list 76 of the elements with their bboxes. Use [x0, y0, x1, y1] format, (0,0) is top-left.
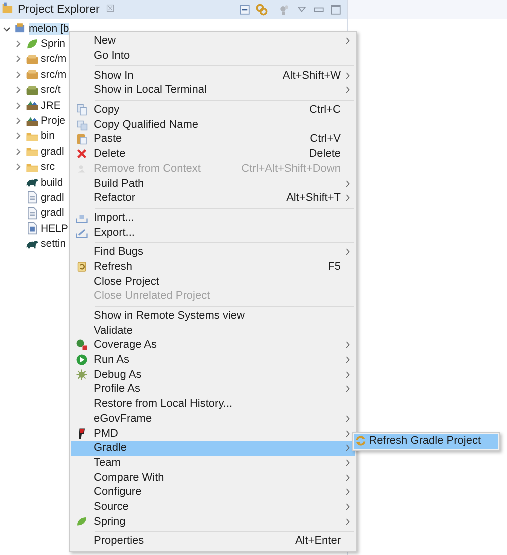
- menu-item[interactable]: Debug As: [71, 367, 355, 382]
- menu-item[interactable]: Run As: [71, 352, 355, 368]
- tree-item[interactable]: Sprin: [0, 36, 66, 52]
- tree-item[interactable]: gradl: [0, 144, 64, 160]
- menu-item[interactable]: Gradle: [71, 440, 355, 456]
- tree-item[interactable]: bin: [0, 128, 56, 144]
- menu-item[interactable]: Build Path: [71, 176, 355, 191]
- menu-item[interactable]: Spring: [71, 514, 355, 529]
- menu-item[interactable]: New: [71, 34, 355, 49]
- maximize-icon[interactable]: [329, 2, 343, 16]
- menu-item[interactable]: Copy Qualified Name: [71, 117, 355, 132]
- menu-item[interactable]: PMD: [71, 426, 355, 441]
- run-icon: [76, 354, 88, 366]
- leaf-icon: [26, 38, 39, 51]
- delete-icon: [76, 148, 88, 160]
- package-icon: [26, 84, 39, 97]
- menu-item[interactable]: Refresh F5: [71, 260, 355, 274]
- menu-item[interactable]: Paste Ctrl+V: [71, 132, 355, 147]
- menu-item[interactable]: Delete Delete: [71, 146, 355, 162]
- copy-icon: [76, 118, 88, 131]
- menu-item[interactable]: Export...: [71, 225, 355, 240]
- menu-item[interactable]: Refresh Gradle Project: [354, 434, 498, 449]
- menu-item[interactable]: Refactor Alt+Shift+T: [71, 190, 355, 206]
- menu-item[interactable]: Properties Alt+Enter: [71, 534, 355, 549]
- tree-item[interactable]: gradl: [0, 190, 64, 206]
- coverage-icon: [76, 339, 88, 352]
- menu-item[interactable]: Copy Ctrl+C: [71, 102, 355, 118]
- tree-item[interactable]: HELP: [0, 221, 68, 236]
- tree-item[interactable]: gradl: [0, 206, 64, 222]
- collapse-all-icon[interactable]: [238, 2, 252, 16]
- elephant-icon: [26, 176, 39, 190]
- menu-item[interactable]: Profile As: [71, 382, 355, 397]
- menu-item[interactable]: eGovFrame: [71, 412, 355, 426]
- flag-icon: [76, 428, 88, 440]
- menu-item[interactable]: Configure: [71, 484, 355, 500]
- tree-item[interactable]: build: [0, 174, 64, 190]
- menu-item[interactable]: Go Into: [71, 48, 355, 64]
- package-icon: [26, 68, 39, 82]
- library-icon: [26, 99, 39, 112]
- menu-item[interactable]: Show in Local Terminal: [71, 83, 355, 98]
- menu-item[interactable]: Coverage As: [71, 338, 355, 353]
- close-icon[interactable]: [106, 4, 115, 12]
- menu-item[interactable]: Team: [71, 456, 355, 470]
- view-tab[interactable]: Project Explorer: [0, 0, 119, 19]
- menu-item[interactable]: Source: [71, 500, 355, 514]
- tree-item[interactable]: Proje: [0, 113, 66, 129]
- leaf-icon: [76, 516, 88, 528]
- tree-item[interactable]: melon [b: [0, 21, 70, 36]
- menu-item[interactable]: Find Bugs: [71, 244, 355, 260]
- tree-item[interactable]: src/t: [0, 82, 61, 98]
- menu-item[interactable]: Restore from Local History...: [71, 396, 355, 412]
- tree-item[interactable]: src/m: [0, 52, 67, 68]
- view-title: Project Explorer: [18, 4, 100, 16]
- refresh-icon: [355, 435, 368, 448]
- clipboard-icon: [76, 133, 88, 146]
- tree-item[interactable]: src/m: [0, 67, 67, 83]
- bug-icon: [76, 368, 88, 381]
- export-icon: [76, 226, 88, 239]
- file-icon: [26, 191, 39, 204]
- menu-item[interactable]: Validate: [71, 323, 355, 338]
- package-icon: [26, 52, 39, 66]
- menu-item[interactable]: Show In Alt+Shift+W: [71, 68, 355, 84]
- menu-item[interactable]: Show in Remote Systems view: [71, 308, 355, 324]
- tree-item[interactable]: src: [0, 160, 55, 175]
- copy-icon: [76, 104, 88, 116]
- document-icon: [26, 222, 39, 236]
- tree-item[interactable]: JRE: [0, 98, 61, 114]
- file-icon: [26, 206, 39, 220]
- library-icon: [26, 114, 39, 128]
- menu-item[interactable]: Compare With: [71, 470, 355, 485]
- folder-icon: [2, 2, 15, 14]
- menu-item[interactable]: Close Project: [71, 274, 355, 289]
- tree-item[interactable]: settin: [0, 236, 66, 252]
- project-icon: [14, 22, 27, 36]
- refresh-icon: [76, 260, 88, 273]
- menu-item[interactable]: Import...: [71, 210, 355, 226]
